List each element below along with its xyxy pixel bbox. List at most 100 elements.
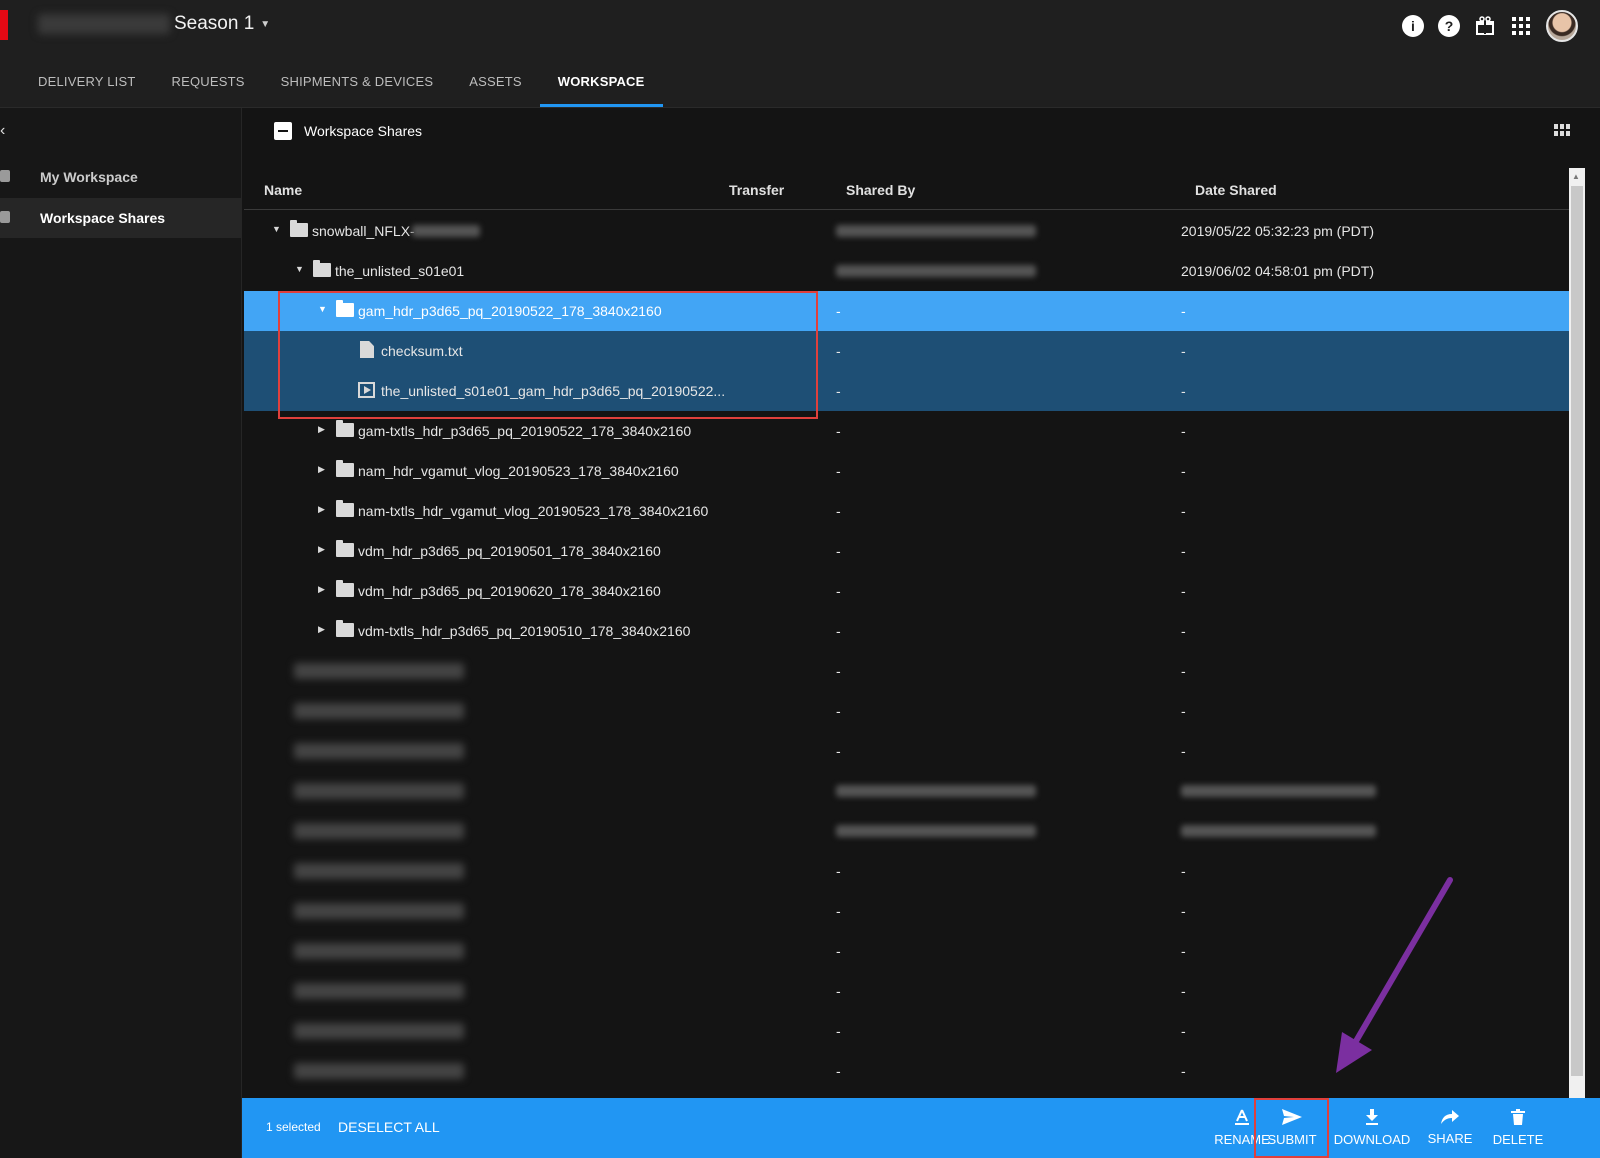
caret-down-icon[interactable]: ▼ bbox=[272, 224, 282, 234]
table-row-redacted[interactable]: - - bbox=[244, 1051, 1574, 1091]
date-redacted bbox=[1181, 825, 1376, 837]
tab-requests[interactable]: REQUESTS bbox=[154, 64, 263, 108]
shared-by-redacted bbox=[836, 225, 1036, 237]
table-row-redacted[interactable]: - - bbox=[244, 691, 1574, 731]
redacted-name bbox=[294, 983, 464, 999]
panel-title: Workspace Shares bbox=[304, 123, 423, 139]
sidebar-item-label: Workspace Shares bbox=[40, 210, 166, 226]
file-tree: ▼ snowball_NFLX- 2019/05/22 05:32:23 pm … bbox=[244, 211, 1574, 1091]
table-row-redacted[interactable]: - - bbox=[244, 851, 1574, 891]
file-icon bbox=[360, 341, 374, 358]
gift-icon[interactable] bbox=[1474, 15, 1496, 37]
table-header: Name Transfer Shared By Date Shared bbox=[244, 170, 1574, 210]
table-row-redacted[interactable]: - - bbox=[244, 651, 1574, 691]
date-redacted bbox=[1181, 785, 1376, 797]
redacted-name bbox=[294, 943, 464, 959]
delete-button[interactable]: DELETE bbox=[1490, 1098, 1546, 1158]
submit-button[interactable]: SUBMIT bbox=[1257, 1098, 1327, 1158]
table-row-redacted[interactable] bbox=[244, 811, 1574, 851]
collapse-all-checkbox[interactable] bbox=[274, 122, 292, 140]
apps-grid-icon[interactable] bbox=[1510, 15, 1532, 37]
tab-workspace[interactable]: WORKSPACE bbox=[539, 64, 663, 108]
table-row[interactable]: the_unlisted_s01e01_gam_hdr_p3d65_pq_201… bbox=[244, 371, 1574, 411]
scroll-up-arrow-icon[interactable]: ▲ bbox=[1572, 172, 1580, 181]
redacted-name bbox=[294, 663, 464, 679]
shared-by-redacted bbox=[836, 785, 1036, 797]
folder-icon bbox=[336, 420, 354, 437]
folder-icon bbox=[0, 170, 10, 182]
table-row-redacted[interactable]: - - bbox=[244, 891, 1574, 931]
deselect-all-button[interactable]: DESELECT ALL bbox=[338, 1119, 440, 1135]
grid-view-icon[interactable] bbox=[1554, 124, 1570, 138]
redacted-name bbox=[294, 903, 464, 919]
redacted-name bbox=[294, 743, 464, 759]
nav-tabs: DELIVERY LIST REQUESTS SHIPMENTS & DEVIC… bbox=[20, 64, 663, 108]
folder-icon bbox=[336, 460, 354, 477]
main-panel: Workspace Shares Name Transfer Shared By… bbox=[244, 108, 1600, 1158]
table-row-redacted[interactable] bbox=[244, 771, 1574, 811]
sidebar-item-workspace-shares[interactable]: Workspace Shares bbox=[0, 198, 242, 238]
redacted-name bbox=[294, 823, 464, 839]
share-button[interactable]: SHARE bbox=[1424, 1098, 1476, 1158]
redacted-text bbox=[412, 225, 480, 237]
redacted-name bbox=[294, 783, 464, 799]
download-label: DOWNLOAD bbox=[1333, 1132, 1411, 1147]
video-file-icon bbox=[358, 382, 375, 398]
caret-right-icon[interactable]: ▶ bbox=[318, 464, 328, 474]
redacted-name bbox=[294, 1063, 464, 1079]
download-button[interactable]: DOWNLOAD bbox=[1332, 1098, 1412, 1158]
season-title-label: Season 1 bbox=[174, 13, 255, 34]
shared-folder-icon bbox=[0, 211, 10, 223]
table-row[interactable]: ▶ nam_hdr_vgamut_vlog_20190523_178_3840x… bbox=[244, 451, 1574, 491]
season-selector[interactable]: Season 1 ▼ bbox=[174, 13, 270, 35]
table-row-redacted[interactable]: - - bbox=[244, 971, 1574, 1011]
vertical-scrollbar[interactable]: ▲ bbox=[1569, 168, 1585, 1098]
chevron-left-icon[interactable]: ‹ bbox=[0, 122, 5, 140]
column-header-name[interactable]: Name bbox=[264, 182, 302, 198]
table-row[interactable]: ▼ snowball_NFLX- 2019/05/22 05:32:23 pm … bbox=[244, 211, 1574, 251]
table-row[interactable]: ▼ the_unlisted_s01e01 2019/06/02 04:58:0… bbox=[244, 251, 1574, 291]
table-row-selected[interactable]: ▼ gam_hdr_p3d65_pq_20190522_178_3840x216… bbox=[244, 291, 1574, 331]
caret-right-icon[interactable]: ▶ bbox=[318, 424, 328, 434]
table-row[interactable]: ▶ vdm-txtls_hdr_p3d65_pq_20190510_178_38… bbox=[244, 611, 1574, 651]
table-row-redacted[interactable]: - - bbox=[244, 931, 1574, 971]
info-icon[interactable]: i bbox=[1402, 15, 1424, 37]
column-header-shared-by[interactable]: Shared By bbox=[846, 182, 915, 198]
share-icon bbox=[1441, 1110, 1459, 1129]
caret-down-icon[interactable]: ▼ bbox=[318, 304, 328, 314]
tab-assets[interactable]: ASSETS bbox=[451, 64, 540, 108]
column-header-transfer[interactable]: Transfer bbox=[729, 182, 784, 198]
column-header-date-shared[interactable]: Date Shared bbox=[1195, 182, 1277, 198]
caret-right-icon[interactable]: ▶ bbox=[318, 504, 328, 514]
folder-icon bbox=[313, 260, 331, 277]
sidebar: ‹ My Workspace Workspace Shares bbox=[0, 108, 242, 1158]
folder-icon bbox=[336, 300, 354, 317]
caret-right-icon[interactable]: ▶ bbox=[318, 584, 328, 594]
tab-delivery-list[interactable]: DELIVERY LIST bbox=[20, 64, 154, 108]
caret-right-icon[interactable]: ▶ bbox=[318, 544, 328, 554]
rename-icon bbox=[1235, 1109, 1249, 1130]
help-icon[interactable]: ? bbox=[1438, 15, 1460, 37]
brand-logo[interactable] bbox=[0, 10, 8, 40]
tab-shipments-devices[interactable]: SHIPMENTS & DEVICES bbox=[263, 64, 452, 108]
table-row[interactable]: checksum.txt - - bbox=[244, 331, 1574, 371]
trash-icon bbox=[1511, 1109, 1525, 1130]
table-row[interactable]: ▶ vdm_hdr_p3d65_pq_20190620_178_3840x216… bbox=[244, 571, 1574, 611]
shared-by-redacted bbox=[836, 265, 1036, 277]
table-row[interactable]: ▶ nam-txtls_hdr_vgamut_vlog_20190523_178… bbox=[244, 491, 1574, 531]
table-row-redacted[interactable]: - - bbox=[244, 1011, 1574, 1051]
folder-icon bbox=[336, 580, 354, 597]
selected-count: 1 selected bbox=[266, 1120, 321, 1134]
table-row[interactable]: ▶ vdm_hdr_p3d65_pq_20190501_178_3840x216… bbox=[244, 531, 1574, 571]
caret-down-icon[interactable]: ▼ bbox=[295, 264, 305, 274]
scrollbar-thumb[interactable] bbox=[1571, 186, 1583, 1076]
delete-label: DELETE bbox=[1492, 1132, 1544, 1147]
sidebar-item-my-workspace[interactable]: My Workspace bbox=[0, 157, 242, 197]
user-avatar[interactable] bbox=[1546, 10, 1578, 42]
submit-label: SUBMIT bbox=[1267, 1132, 1317, 1147]
folder-icon bbox=[336, 500, 354, 517]
redacted-name bbox=[294, 863, 464, 879]
table-row-redacted[interactable]: - - bbox=[244, 731, 1574, 771]
table-row[interactable]: ▶ gam-txtls_hdr_p3d65_pq_20190522_178_38… bbox=[244, 411, 1574, 451]
caret-right-icon[interactable]: ▶ bbox=[318, 624, 328, 634]
